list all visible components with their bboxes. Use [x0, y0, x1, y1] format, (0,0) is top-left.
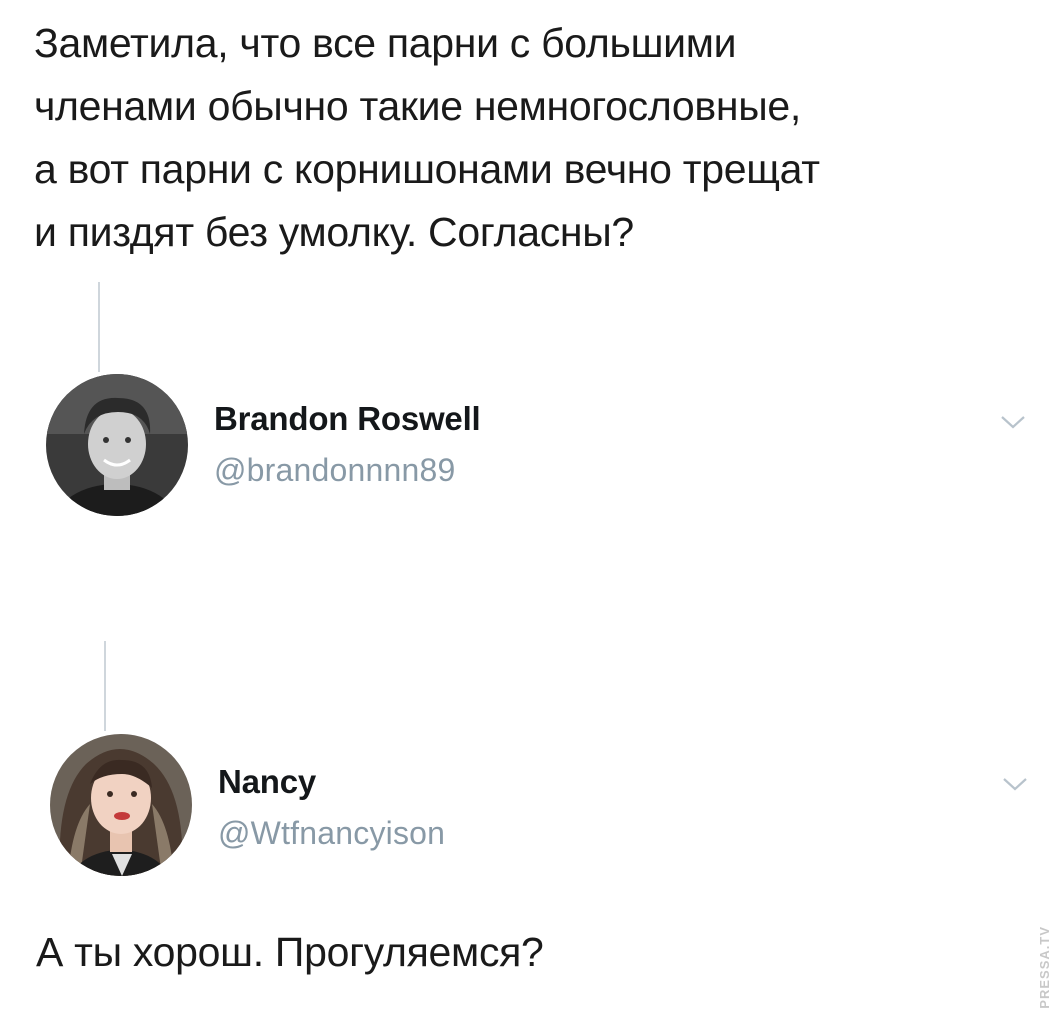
reply-text: А ты хорош. Прогуляемся? — [36, 929, 544, 975]
avatar[interactable] — [50, 734, 192, 876]
display-name[interactable]: Brandon Roswell — [214, 400, 481, 438]
thread-line — [98, 282, 100, 372]
user-handle[interactable]: @brandonnnn89 — [214, 452, 456, 489]
display-name[interactable]: Nancy — [218, 763, 316, 801]
person-photo-color-icon — [50, 734, 192, 876]
avatar[interactable] — [46, 374, 188, 516]
chevron-down-icon[interactable] — [1000, 414, 1026, 430]
user-handle[interactable]: @Wtfnancyison — [218, 815, 445, 852]
chevron-down-icon[interactable] — [1002, 776, 1028, 792]
person-photo-grayscale-icon — [46, 374, 188, 516]
post-text: Заметила, что все парни с большими члена… — [34, 20, 820, 255]
thread-line — [104, 641, 106, 731]
watermark: PRESSA.TV — [1037, 926, 1052, 1009]
